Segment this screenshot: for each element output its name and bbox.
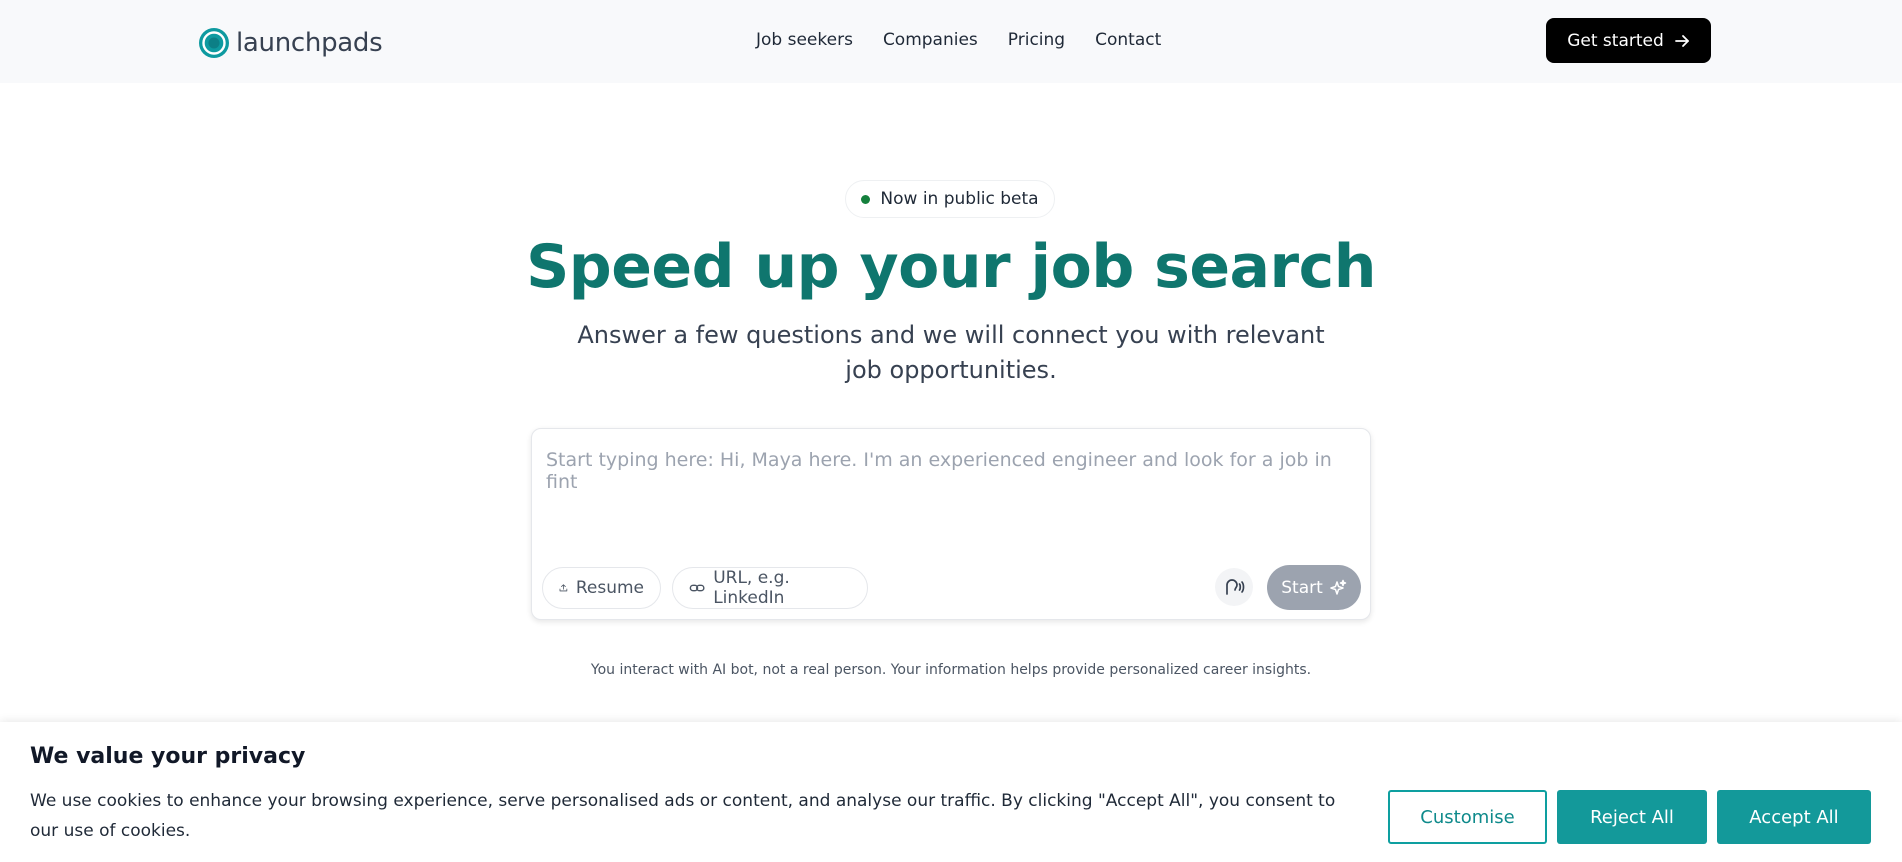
logo[interactable]: launchpads — [198, 27, 383, 59]
logo-text: launchpads — [236, 28, 383, 58]
site-header: launchpads Job seekers Companies Pricing… — [0, 0, 1902, 83]
nav-job-seekers[interactable]: Job seekers — [756, 30, 853, 50]
customise-button[interactable]: Customise — [1388, 790, 1547, 844]
upload-icon — [559, 584, 568, 592]
status-dot — [861, 194, 871, 204]
url-label: URL, e.g. LinkedIn — [713, 568, 790, 608]
voice-icon — [1226, 579, 1245, 595]
start-button[interactable]: Start — [1267, 565, 1361, 610]
get-started-button[interactable]: Get started — [1546, 18, 1711, 63]
resume-label: Resume — [575, 578, 644, 598]
nav-pricing[interactable]: Pricing — [1008, 30, 1065, 50]
message-input[interactable] — [546, 449, 1356, 539]
nav-contact[interactable]: Contact — [1095, 30, 1161, 50]
beta-badge-label: Now in public beta — [880, 189, 1039, 209]
link-icon — [689, 584, 705, 592]
launchpads-logo-icon — [199, 28, 229, 58]
accept-all-button[interactable]: Accept All — [1717, 790, 1871, 844]
nav-companies[interactable]: Companies — [883, 30, 978, 50]
ai-disclaimer: You interact with AI bot, not a real per… — [590, 662, 1312, 678]
voice-input-button[interactable] — [1215, 568, 1253, 606]
start-label: Start — [1281, 577, 1323, 598]
resume-upload-button[interactable]: Resume — [542, 567, 661, 609]
beta-badge: Now in public beta — [845, 180, 1055, 218]
cookie-banner: We value your privacy We use cookies to … — [0, 722, 1902, 862]
arrow-right-icon — [1674, 34, 1689, 47]
page-subtitle: Answer a few questions and we will conne… — [577, 321, 1325, 384]
url-input-button[interactable]: URL, e.g. LinkedIn — [672, 567, 868, 609]
page-title: Speed up your job search — [526, 232, 1376, 302]
reject-all-button[interactable]: Reject All — [1557, 790, 1707, 844]
cookie-text: We use cookies to enhance your browsing … — [30, 791, 1336, 841]
chat-input-card: Resume URL, e.g. LinkedIn Start — [531, 428, 1371, 620]
cookie-title: We value your privacy — [30, 744, 306, 769]
get-started-label: Get started — [1567, 30, 1664, 51]
sparkle-icon — [1330, 579, 1347, 595]
main-nav: Job seekers Companies Pricing Contact — [756, 30, 1161, 50]
